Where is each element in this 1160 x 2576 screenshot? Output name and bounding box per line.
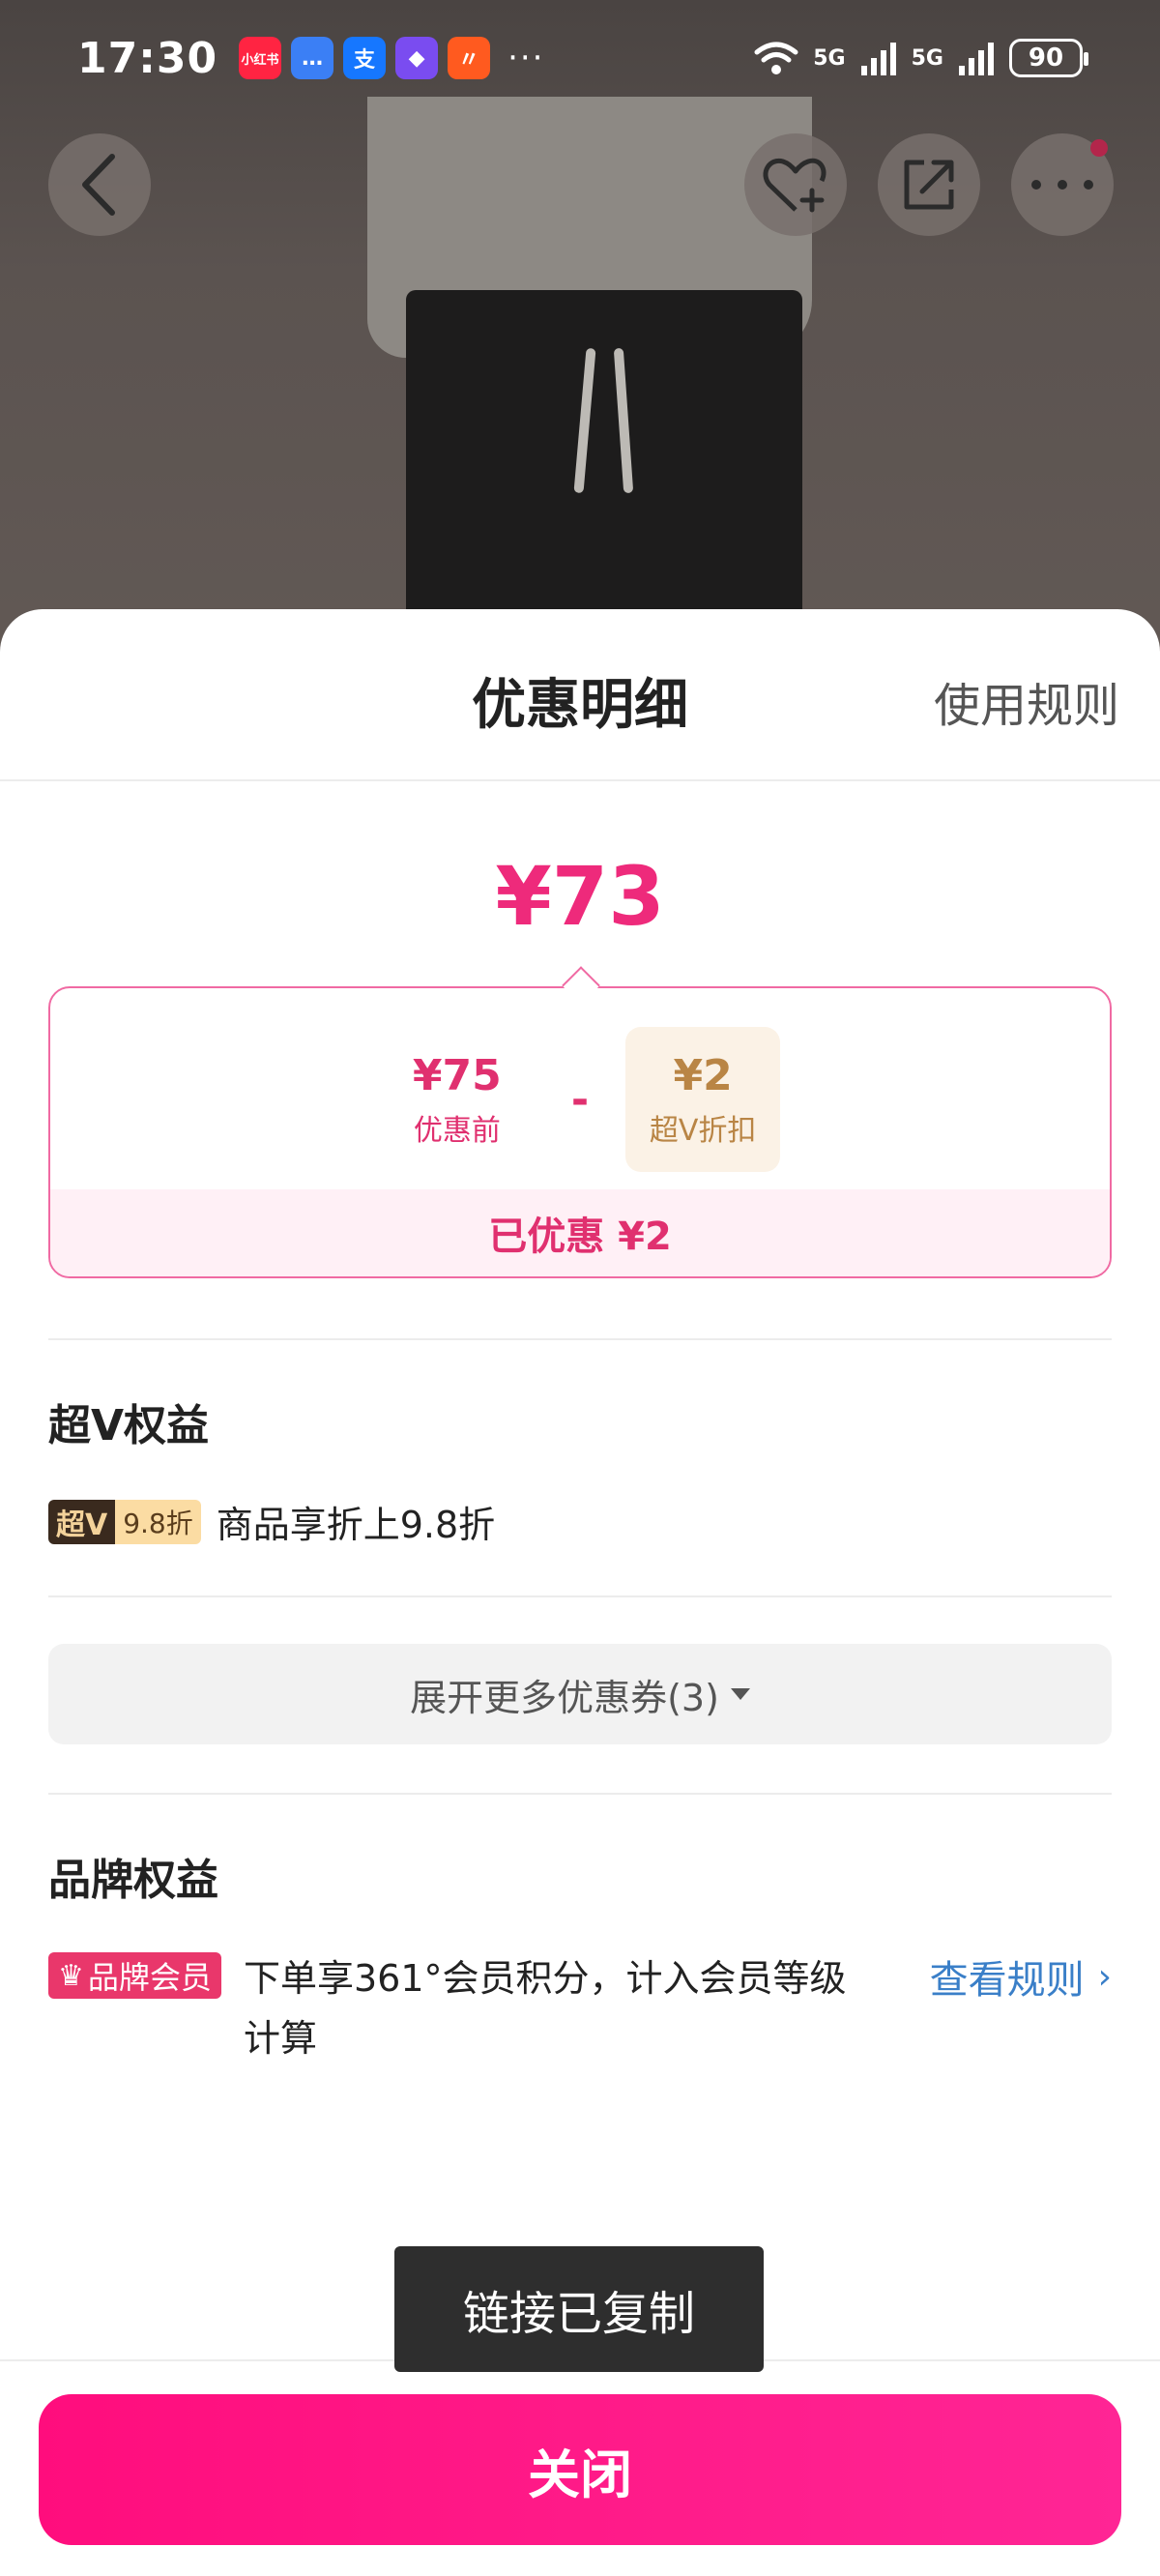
expand-coupons-label: 展开更多优惠券(3) [410,1676,719,1719]
more-notifications-icon: ··· [508,39,545,77]
vip-badge-rate: 9.8折 [115,1499,201,1544]
alipay-icon: 支 [343,37,387,79]
view-rules-label: 查看规则 [929,1958,1085,2003]
chevron-left-icon [82,154,115,216]
signal-bars-icon [959,43,994,75]
message-icon: … [291,37,334,79]
original-price-amount: ¥75 [412,1050,502,1100]
brand-member-badge-label: 品牌会员 [87,1959,212,1996]
divider [48,1793,1112,1795]
total-saved: 已优惠 ¥2 [50,1189,1110,1276]
more-button[interactable] [1011,133,1114,236]
back-button[interactable] [48,133,151,236]
xiaohongshu-icon: 小红书 [239,37,282,79]
share-button[interactable] [878,133,980,236]
more-dots-icon [1031,180,1093,190]
minus-sign: - [570,1074,590,1125]
signal-5g-label-2: 5G [911,45,943,71]
copy-toast: 链接已复制 [394,2246,764,2372]
caret-down-icon [730,1688,750,1700]
crown-icon: ♛ [58,1958,84,1993]
chevron-right-icon: › [1097,1956,1112,1997]
brand-benefits-title: 品牌权益 [48,1856,218,1905]
vip-benefit-row: 超V 9.8折 商品享折上9.8折 [48,1495,495,1548]
usage-rules-link[interactable]: 使用规则 [934,667,1119,735]
share-icon [904,160,954,210]
status-bar: 17:30 小红书 … 支 ◆ 〃 ··· 5G 5G 90 [0,0,1160,116]
vip-discount-label: 超V折扣 [649,1113,757,1148]
original-price: ¥75 优惠前 [380,1027,535,1172]
pants-shape [406,290,802,619]
signal-5g-label-1: 5G [813,45,846,71]
price-calculation: ¥75 优惠前 - ¥2 超V折扣 [50,1027,1110,1172]
vip-discount-amount: ¥2 [673,1050,733,1100]
brand-member-badge: ♛ 品牌会员 [48,1952,221,1999]
heart-plus-icon [763,158,826,213]
original-price-label: 优惠前 [413,1113,501,1148]
final-price: ¥73 [495,849,665,944]
close-button[interactable]: 关闭 [39,2394,1121,2545]
view-rules-link[interactable]: 查看规则 › [930,1948,1112,2005]
status-right: 5G 5G 90 [753,39,1088,77]
brand-benefit-text: 下单享361°会员积分，计入会员等级计算 [244,1957,847,2060]
price-breakdown-box: ¥75 优惠前 - ¥2 超V折扣 已优惠 ¥2 [48,986,1112,1278]
vip-benefits-title: 超V权益 [48,1401,210,1450]
battery-icon: 90 [1009,39,1088,77]
notification-dot [1090,139,1108,157]
vip-badge-label: 超V [48,1499,116,1544]
expand-coupons-button[interactable]: 展开更多优惠券(3) [48,1644,1112,1744]
divider [48,1338,1112,1340]
vip-benefit-text: 商品享折上9.8折 [216,1504,496,1546]
status-time: 17:30 [77,33,218,83]
sheet-header: 优惠明细 使用规则 [0,609,1160,781]
wifi-icon [754,42,798,74]
app-orange-icon: 〃 [448,37,491,79]
signal-bars-icon [860,43,896,75]
app-diamond-icon: ◆ [395,37,439,79]
divider [48,1595,1112,1597]
favorite-button[interactable] [744,133,847,236]
vip-badge: 超V 9.8折 [48,1499,201,1544]
vip-discount: ¥2 超V折扣 [625,1027,781,1172]
